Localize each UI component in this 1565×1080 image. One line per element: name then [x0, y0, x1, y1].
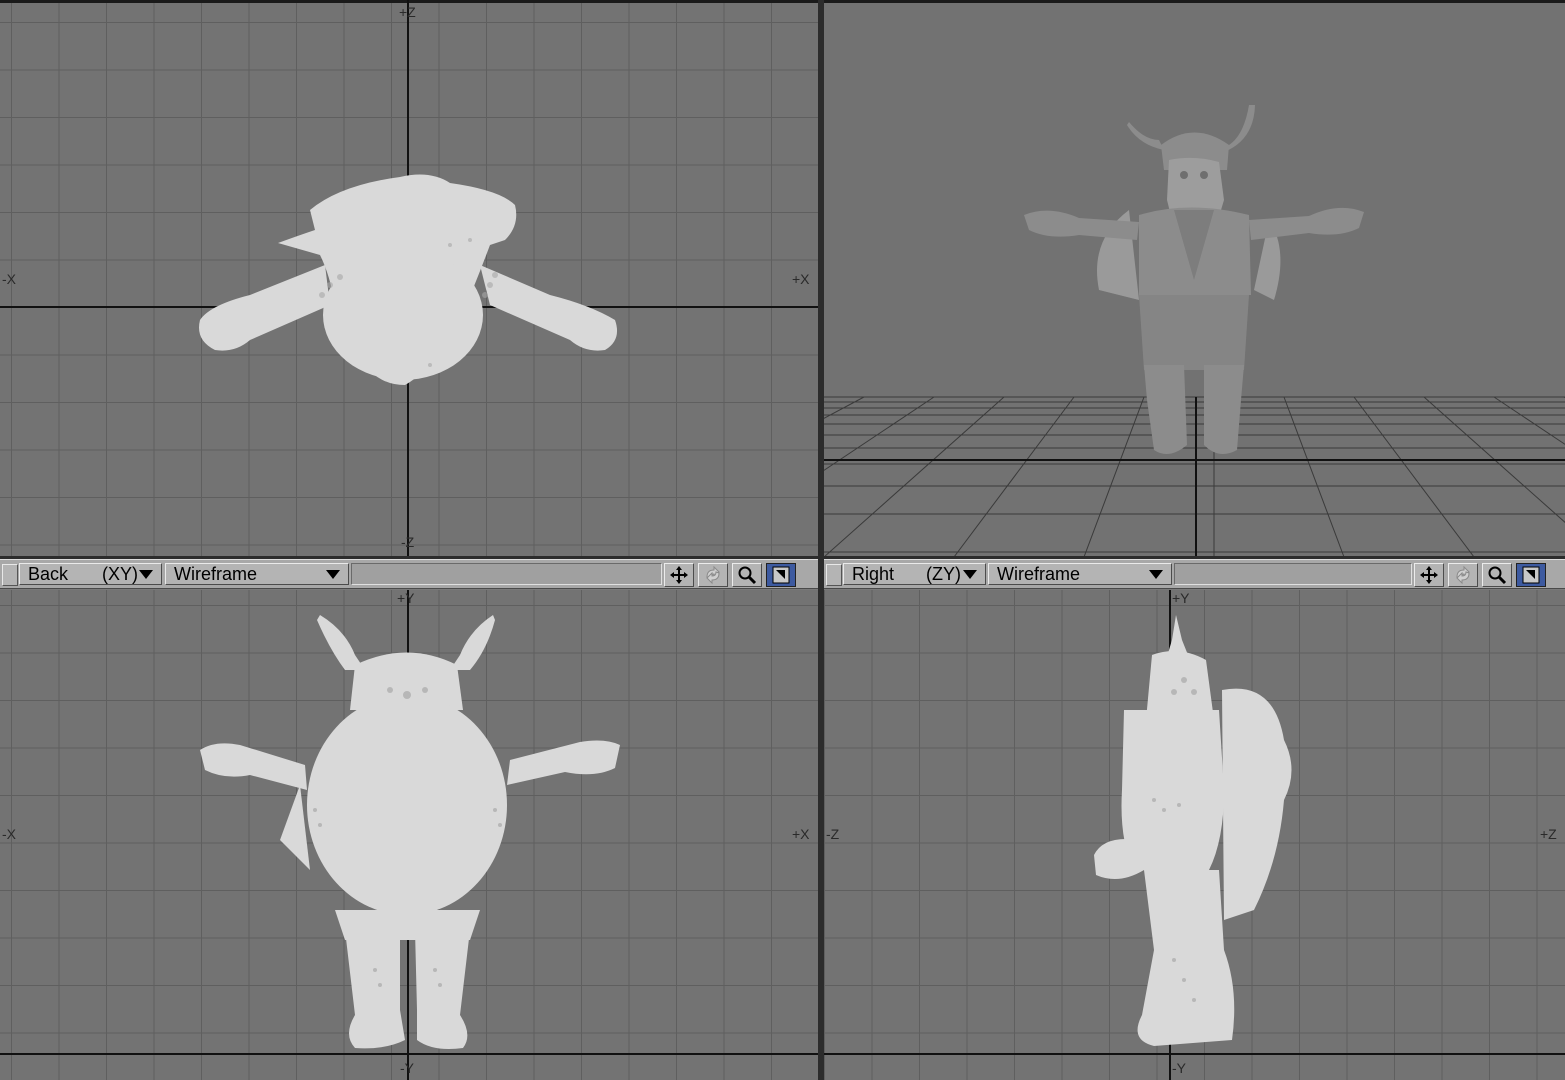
rotate-view-button[interactable]: [1448, 563, 1478, 587]
maximize-icon: [1522, 566, 1540, 584]
view-plane: (XY): [102, 564, 138, 584]
right-viewport[interactable]: +Y -Y -Z +Z: [824, 590, 1565, 1080]
top-viewport[interactable]: +Z -Z -X +X: [0, 0, 818, 557]
move-icon: [1420, 566, 1438, 584]
axis-label-right: +X: [792, 826, 810, 842]
right-viewport-header: Right (ZY) Wireframe: [824, 559, 1565, 589]
maximize-icon: [772, 566, 790, 584]
chevron-down-icon: [963, 570, 977, 579]
axis-label-bottom: -Y: [400, 1060, 414, 1076]
move-icon: [670, 566, 688, 584]
maximize-view-button[interactable]: [766, 563, 796, 587]
view-name: Back: [28, 564, 69, 584]
dwarf-model-top-view[interactable]: [190, 165, 630, 395]
axis-label-left: -Z: [826, 826, 840, 842]
zoom-view-button[interactable]: [1482, 563, 1512, 587]
viewport-top-border: [0, 0, 818, 3]
render-mode-label: Wireframe: [997, 564, 1081, 584]
move-view-button[interactable]: [664, 563, 694, 587]
render-mode-dropdown[interactable]: Wireframe: [165, 563, 349, 585]
axis-label-top: +Y: [1172, 590, 1190, 606]
view-type-dropdown[interactable]: Back (XY): [19, 563, 162, 585]
render-mode-label: Wireframe: [174, 564, 258, 584]
perspective-viewport[interactable]: [824, 0, 1565, 557]
axis-label-bottom: -Z: [401, 534, 415, 550]
dwarf-model-right-view[interactable]: [1084, 610, 1309, 1060]
view-name: Right: [852, 564, 895, 584]
view-type-dropdown[interactable]: Right (ZY): [843, 563, 986, 585]
move-view-button[interactable]: [1414, 563, 1444, 587]
chevron-down-icon: [139, 570, 153, 579]
header-spacer: [1174, 563, 1412, 585]
back-viewport[interactable]: +Y -Y -X +X: [0, 590, 818, 1080]
back-viewport-header: Back (XY) Wireframe: [0, 559, 818, 589]
axis-label-left: -X: [2, 271, 16, 287]
dwarf-model-back-view[interactable]: [195, 610, 625, 1060]
axis-label-top: +Y: [397, 590, 415, 606]
axis-label-top: +Z: [399, 4, 416, 20]
zoom-icon: [1488, 566, 1507, 585]
axis-label-right: +X: [792, 271, 810, 287]
chevron-down-icon: [326, 570, 340, 579]
header-grip[interactable]: [2, 564, 18, 586]
axis-label-bottom: -Y: [1172, 1060, 1186, 1076]
view-plane: (ZY): [926, 564, 961, 584]
dwarf-model-perspective[interactable]: [1019, 100, 1369, 465]
header-spacer: [351, 563, 662, 585]
rotate-view-button[interactable]: [698, 563, 728, 587]
render-mode-dropdown[interactable]: Wireframe: [988, 563, 1172, 585]
rotate-icon: [706, 565, 720, 585]
rotate-icon: [1456, 565, 1470, 585]
axis-label-left: -X: [2, 826, 16, 842]
header-grip[interactable]: [826, 564, 842, 586]
chevron-down-icon: [1149, 570, 1163, 579]
maximize-view-button[interactable]: [1516, 563, 1546, 587]
zoom-icon: [738, 566, 757, 585]
axis-label-right: +Z: [1540, 826, 1557, 842]
zoom-view-button[interactable]: [732, 563, 762, 587]
